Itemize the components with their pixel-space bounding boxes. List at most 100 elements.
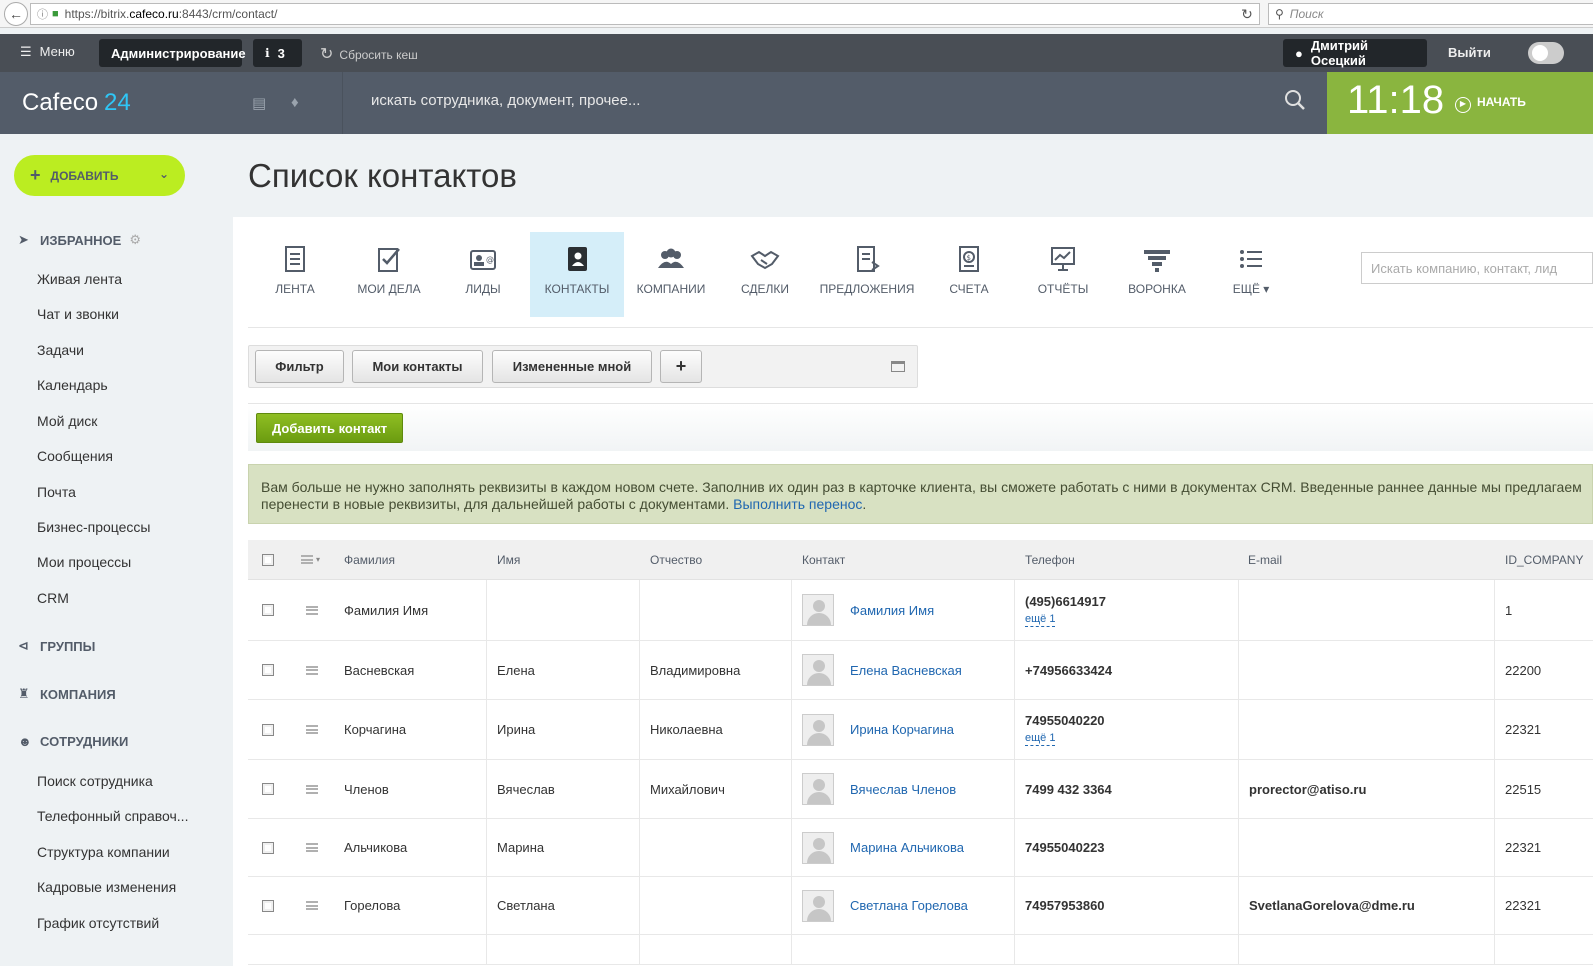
- phone-value[interactable]: 74957953860: [1025, 898, 1105, 913]
- col-middle-name[interactable]: Отчество: [650, 540, 702, 579]
- row-menu-icon[interactable]: [306, 760, 318, 818]
- row-menu-icon[interactable]: [306, 877, 318, 934]
- tab-more[interactable]: ЕЩЁ ▾: [1204, 232, 1298, 317]
- avatar[interactable]: [802, 654, 834, 686]
- avatar[interactable]: [802, 773, 834, 805]
- tab-quotes[interactable]: ПРЕДЛОЖЕНИЯ: [812, 232, 922, 317]
- reload-icon[interactable]: ↻: [1234, 3, 1260, 25]
- col-phone[interactable]: Телефон: [1025, 540, 1075, 579]
- col-first-name[interactable]: Имя: [497, 540, 520, 579]
- logout-button[interactable]: Выйти: [1448, 45, 1491, 60]
- tab-my-tasks[interactable]: МОИ ДЕЛА: [342, 232, 436, 317]
- row-checkbox[interactable]: [262, 760, 274, 818]
- tab-leads[interactable]: @ ЛИДЫ: [436, 232, 530, 317]
- sidebar-item-phonebook[interactable]: Телефонный справоч...: [37, 808, 188, 824]
- admin-button[interactable]: Администрирование: [99, 39, 246, 67]
- crm-search-input[interactable]: Искать компанию, контакт, лид: [1361, 252, 1593, 284]
- worktime-widget[interactable]: 11:18 НАЧАТЬ: [1327, 72, 1593, 134]
- add-contact-button[interactable]: Добавить контакт: [256, 413, 404, 443]
- start-workday-button[interactable]: НАЧАТЬ: [1455, 95, 1526, 113]
- phone-value[interactable]: +74956633424: [1025, 663, 1112, 678]
- tab-invoices[interactable]: $ СЧЕТА: [922, 232, 1016, 317]
- add-button[interactable]: + ДОБАВИТЬ ⌄: [14, 155, 185, 196]
- row-checkbox[interactable]: [262, 700, 274, 759]
- table-row[interactable]: Членов Вячеслав Михайлович Вячеслав Членов…: [248, 760, 1593, 819]
- avatar[interactable]: [802, 713, 834, 746]
- changed-by-me-button[interactable]: Измененные мной: [492, 350, 652, 383]
- avatar[interactable]: [802, 594, 834, 626]
- sidebar-item-chat[interactable]: Чат и звонки: [37, 306, 119, 322]
- avatar[interactable]: [802, 889, 834, 922]
- panel-toggle[interactable]: [1528, 42, 1564, 64]
- tab-funnel[interactable]: ВОРОНКА: [1110, 232, 1204, 317]
- sidebar-item-structure[interactable]: Структура компании: [37, 844, 170, 860]
- tab-companies[interactable]: КОМПАНИИ: [624, 232, 718, 317]
- col-last-name[interactable]: Фамилия: [344, 540, 395, 579]
- tab-deals[interactable]: СДЕЛКИ: [718, 232, 812, 317]
- table-row[interactable]: Альчикова Марина Марина Альчикова 7495504…: [248, 819, 1593, 877]
- row-menu-icon[interactable]: [306, 819, 318, 876]
- tab-feed[interactable]: ЛЕНТА: [248, 232, 342, 317]
- contact-link[interactable]: Фамилия Имя: [850, 603, 934, 618]
- sidebar-item-bizproc[interactable]: Бизнес-процессы: [37, 519, 150, 535]
- sidebar-item-mail[interactable]: Почта: [37, 484, 76, 500]
- tab-reports[interactable]: ОТЧЁТЫ: [1016, 232, 1110, 317]
- phone-value[interactable]: (495)6614917: [1025, 594, 1106, 609]
- row-checkbox[interactable]: [262, 877, 274, 934]
- notifications-button[interactable]: ℹ3: [253, 39, 302, 67]
- bell-icon[interactable]: ♦: [291, 94, 299, 111]
- select-all-checkbox[interactable]: [262, 540, 274, 579]
- more-phones-link[interactable]: ещё 1: [1025, 732, 1056, 746]
- table-row[interactable]: Васневская Елена Владимировна Елена Васнев…: [248, 641, 1593, 700]
- contact-link[interactable]: Ирина Корчагина: [850, 722, 954, 737]
- back-arrow-icon[interactable]: ←: [4, 2, 28, 26]
- row-menu-icon[interactable]: [306, 700, 318, 759]
- table-row[interactable]: Фамилия Имя Фамилия Имя (495)6614917 ещё…: [248, 580, 1593, 641]
- migrate-link[interactable]: Выполнить перенос: [733, 496, 862, 512]
- sidebar-item-tasks[interactable]: Задачи: [37, 342, 84, 358]
- row-checkbox[interactable]: [262, 819, 274, 876]
- row-checkbox[interactable]: [262, 641, 274, 699]
- col-email[interactable]: E-mail: [1248, 540, 1282, 579]
- reset-cache-button[interactable]: ↻ Сбросить кеш: [320, 44, 418, 64]
- chat-icon[interactable]: ▤: [252, 94, 266, 112]
- phone-value[interactable]: 7499 432 3364: [1025, 782, 1112, 797]
- col-id-company[interactable]: ID_COMPANY: [1505, 540, 1583, 579]
- chevron-down-icon[interactable]: ⌄: [159, 167, 169, 181]
- gear-icon[interactable]: ⚙: [129, 232, 141, 248]
- cell-email[interactable]: SvetlanaGorelova@dme.ru: [1249, 877, 1415, 934]
- sidebar-item-feed[interactable]: Живая лента: [37, 271, 122, 287]
- search-icon[interactable]: [1284, 89, 1306, 111]
- row-menu-icon[interactable]: [306, 641, 318, 699]
- contact-link[interactable]: Елена Васневская: [850, 663, 962, 678]
- more-phones-link[interactable]: ещё 1: [1025, 613, 1056, 627]
- address-bar[interactable]: ⓘ ■ https://bitrix. cafeco.ru:8443/crm/co…: [30, 3, 1260, 25]
- collapse-icon[interactable]: [891, 361, 905, 372]
- table-row[interactable]: Корчагина Ирина Николаевна Ирина Корчагина…: [248, 700, 1593, 760]
- tab-contacts[interactable]: КОНТАКТЫ: [530, 232, 624, 317]
- add-filter-button[interactable]: +: [660, 350, 702, 383]
- groups-section[interactable]: ⊲ ГРУППЫ: [18, 638, 95, 654]
- sidebar-item-drive[interactable]: Мой диск: [37, 413, 97, 429]
- portal-search-input[interactable]: искать сотрудника, документ, прочее...: [371, 92, 640, 109]
- favorites-section[interactable]: ➤ ИЗБРАННОЕ ⚙: [18, 232, 141, 248]
- sidebar-item-find-employee[interactable]: Поиск сотрудника: [37, 773, 153, 789]
- sidebar-item-calendar[interactable]: Календарь: [37, 377, 108, 393]
- columns-menu-icon[interactable]: ▾: [301, 540, 320, 579]
- sidebar-item-my-processes[interactable]: Мои процессы: [37, 554, 131, 570]
- contact-link[interactable]: Светлана Горелова: [850, 898, 968, 913]
- filter-button[interactable]: Фильтр: [255, 350, 344, 383]
- phone-value[interactable]: 74955040223: [1025, 840, 1105, 855]
- contact-link[interactable]: Вячеслав Членов: [850, 782, 956, 797]
- portal-logo[interactable]: Cafeco 24: [22, 89, 131, 117]
- sidebar-item-hr-changes[interactable]: Кадровые изменения: [37, 879, 176, 895]
- col-contact[interactable]: Контакт: [802, 540, 845, 579]
- table-row[interactable]: [248, 935, 1593, 965]
- company-section[interactable]: ♜ КОМПАНИЯ: [18, 686, 116, 702]
- menu-button[interactable]: ☰ Меню: [20, 44, 75, 60]
- avatar[interactable]: [802, 831, 834, 864]
- sidebar-item-absence[interactable]: График отсутствий: [37, 915, 159, 931]
- employees-section[interactable]: ☻ СОТРУДНИКИ: [18, 734, 128, 749]
- cell-email[interactable]: prorector@atiso.ru: [1249, 760, 1366, 818]
- row-menu-icon[interactable]: [306, 580, 318, 640]
